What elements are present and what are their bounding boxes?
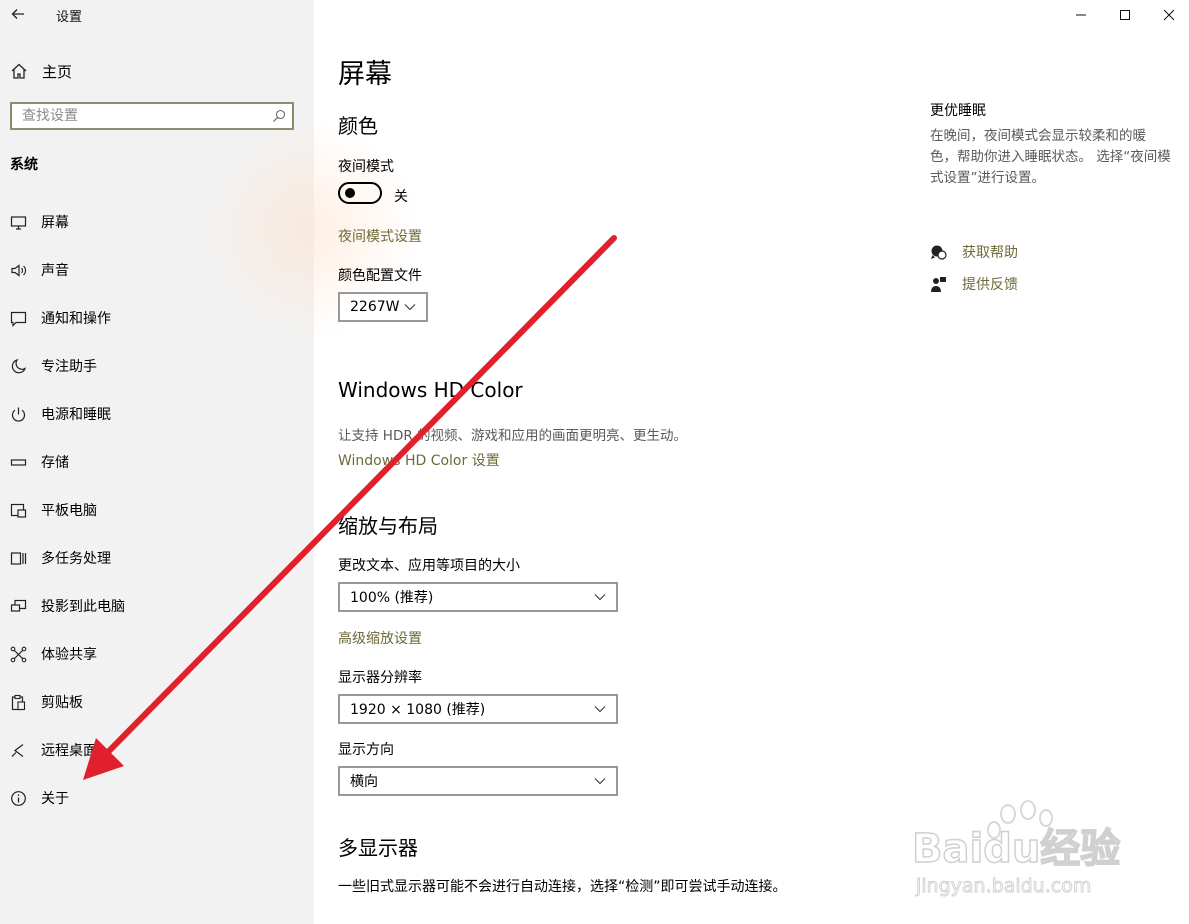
sidebar-item-label: 屏幕 [41, 215, 69, 231]
tablet-icon [10, 503, 27, 518]
orientation-label: 显示方向 [338, 742, 394, 758]
resolution-value: 1920 × 1080 (推荐) [350, 702, 486, 718]
color-heading: 颜色 [338, 114, 378, 138]
hdr-heading: Windows HD Color [338, 378, 523, 402]
advanced-scaling-link[interactable]: 高级缩放设置 [338, 628, 422, 648]
page-title: 屏幕 [338, 59, 392, 90]
sidebar-item-label: 剪贴板 [41, 695, 83, 711]
chevron-down-icon [594, 778, 606, 785]
sidebar-item-label: 通知和操作 [41, 311, 111, 327]
scale-value: 100% (推荐) [350, 590, 434, 606]
section-label-system: 系统 [10, 157, 38, 173]
power-icon [11, 407, 26, 422]
night-light-state: 关 [394, 189, 408, 205]
resolution-label: 显示器分辨率 [338, 670, 422, 686]
sidebar: 设置 主页 系统 屏幕 声音 通知和操作 专注助手 [0, 0, 420, 924]
scale-heading: 缩放与布局 [338, 514, 438, 538]
sidebar-item-label: 远程桌面 [41, 743, 97, 759]
sidebar-item-label: 平板电脑 [41, 503, 97, 519]
maximize-button[interactable] [1102, 0, 1148, 30]
home-nav-item[interactable]: 主页 [10, 58, 72, 84]
sidebar-item-focus-assist[interactable]: 专注助手 [0, 342, 314, 390]
close-button[interactable] [1146, 0, 1189, 30]
sidebar-item-multitasking[interactable]: 多任务处理 [0, 534, 314, 582]
toggle-knob [345, 188, 355, 198]
get-help-label: 获取帮助 [962, 245, 1018, 261]
sidebar-item-project[interactable]: 投影到此电脑 [0, 582, 314, 630]
color-profile-label: 颜色配置文件 [338, 268, 422, 284]
back-arrow-icon[interactable] [6, 2, 30, 26]
app-title: 设置 [56, 10, 83, 25]
color-profile-dropdown[interactable]: 2267W [338, 292, 428, 322]
sidebar-item-label: 电源和睡眠 [41, 407, 111, 423]
feedback-icon [931, 276, 946, 292]
resolution-dropdown[interactable]: 1920 × 1080 (推荐) [338, 694, 618, 724]
maximize-icon [1120, 10, 1130, 20]
watermark-text: Baidu经验 [912, 826, 1120, 872]
speaker-icon [11, 263, 26, 277]
better-sleep-title: 更优睡眠 [930, 103, 986, 119]
night-light-settings-link[interactable]: 夜间模式设置 [338, 226, 422, 246]
hdr-settings-link[interactable]: Windows HD Color 设置 [338, 450, 500, 470]
home-label: 主页 [42, 62, 73, 81]
sidebar-item-display[interactable]: 屏幕 [0, 198, 314, 246]
sidebar-item-storage[interactable]: 存储 [0, 438, 314, 486]
night-light-label: 夜间模式 [338, 159, 394, 175]
color-profile-value: 2267W [350, 299, 400, 315]
give-feedback-link[interactable]: 提供反馈 [930, 274, 1018, 294]
chevron-down-icon [594, 706, 606, 713]
project-icon [10, 599, 27, 612]
chevron-down-icon [404, 304, 416, 311]
sidebar-item-shared-experiences[interactable]: 体验共享 [0, 630, 314, 678]
sidebar-item-clipboard[interactable]: 剪贴板 [0, 678, 314, 726]
monitor-icon [10, 215, 27, 230]
get-help-link[interactable]: 获取帮助 [930, 242, 1018, 262]
search-icon[interactable] [272, 109, 286, 123]
get-help-icon [931, 245, 947, 260]
minimize-button[interactable] [1058, 0, 1104, 30]
orientation-dropdown[interactable]: 横向 [338, 766, 618, 796]
chevron-down-icon [594, 594, 606, 601]
give-feedback-label: 提供反馈 [962, 277, 1018, 293]
baidu-watermark: Baidu经验 jingyan.baidu.com [911, 800, 1142, 900]
multi-display-description: 一些旧式显示器可能不会进行自动连接，选择“检测”即可尝试手动连接。 [338, 879, 787, 895]
search-box[interactable] [10, 102, 294, 130]
clipboard-icon [11, 694, 26, 710]
sidebar-item-label: 投影到此电脑 [41, 599, 125, 615]
share-icon [10, 646, 27, 662]
sidebar-item-tablet[interactable]: 平板电脑 [0, 486, 314, 534]
remote-desktop-icon [11, 743, 24, 757]
sidebar-item-about[interactable]: 关于 [0, 774, 314, 822]
watermark-url: jingyan.baidu.com [915, 875, 1091, 897]
multitask-icon [10, 551, 27, 565]
multi-display-heading: 多显示器 [338, 836, 418, 860]
text-size-label: 更改文本、应用等项目的大小 [338, 558, 520, 574]
sidebar-item-label: 声音 [41, 263, 69, 279]
close-icon [1163, 9, 1175, 21]
sidebar-item-label: 关于 [41, 791, 69, 807]
sidebar-item-remote-desktop[interactable]: 远程桌面 [0, 726, 314, 774]
better-sleep-description: 在晚间，夜间模式会显示较柔和的暖色，帮助你进入睡眠状态。 选择“夜间模式设置”进… [930, 128, 1171, 186]
scale-dropdown[interactable]: 100% (推荐) [338, 582, 618, 612]
storage-icon [10, 458, 27, 466]
sidebar-item-label: 专注助手 [41, 359, 97, 375]
night-light-toggle[interactable] [338, 182, 382, 204]
info-icon [11, 790, 26, 806]
sidebar-item-sound[interactable]: 声音 [0, 246, 314, 294]
notification-icon [10, 311, 27, 327]
hdr-description: 让支持 HDR 的视频、游戏和应用的画面更明亮、更生动。 [338, 428, 688, 444]
moon-icon [11, 358, 27, 373]
home-icon [11, 63, 27, 79]
sidebar-item-label: 体验共享 [41, 647, 97, 663]
sidebar-item-label: 存储 [41, 455, 69, 471]
sidebar-item-notifications[interactable]: 通知和操作 [0, 294, 314, 342]
sidebar-item-label: 多任务处理 [41, 551, 111, 567]
sidebar-nav: 屏幕 声音 通知和操作 专注助手 电源和睡眠 存储 平板电脑 多任务处理 投影到… [0, 198, 314, 822]
sidebar-item-power-sleep[interactable]: 电源和睡眠 [0, 390, 314, 438]
minimize-icon [1076, 14, 1086, 16]
orientation-value: 横向 [350, 774, 378, 790]
search-input[interactable] [12, 104, 292, 128]
